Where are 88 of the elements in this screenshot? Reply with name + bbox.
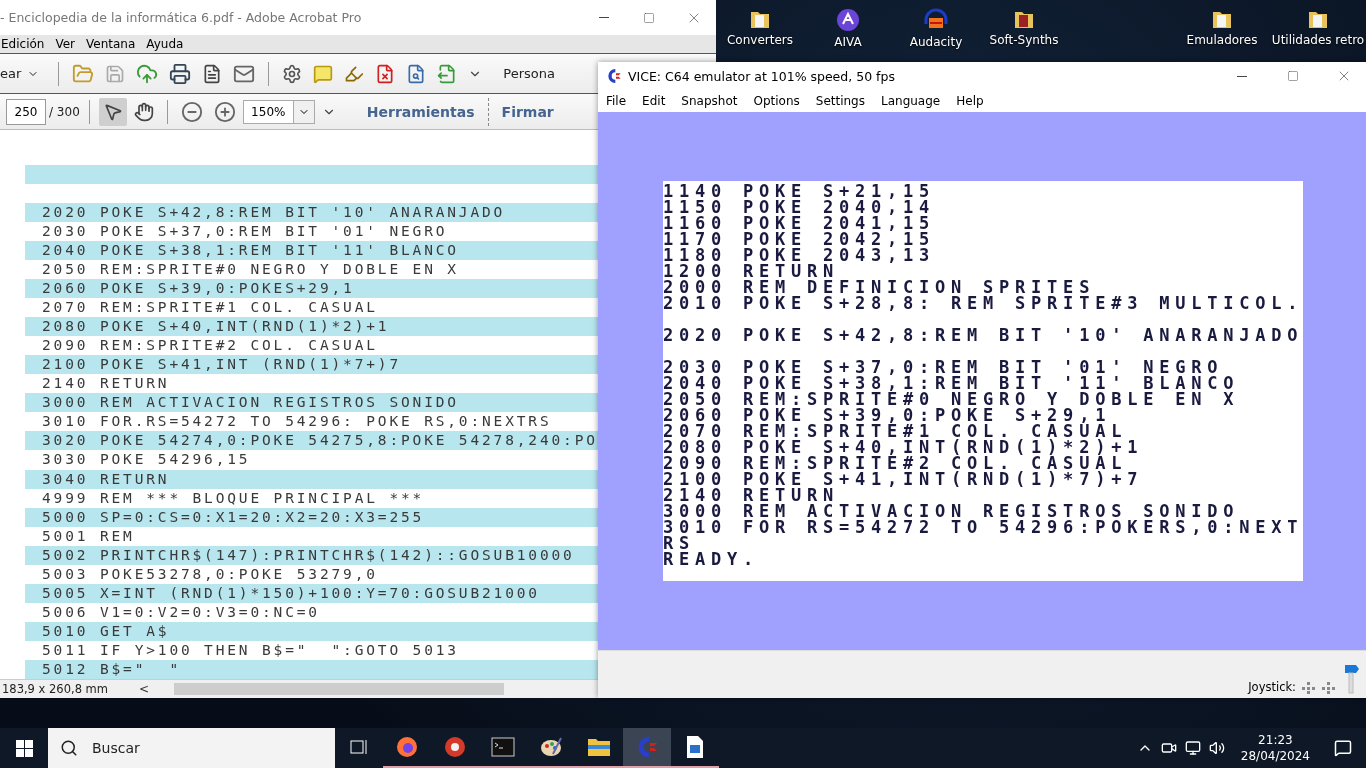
folder-icon bbox=[587, 737, 611, 757]
screen-line: 2140 RETURN bbox=[663, 487, 840, 503]
code-line: 3010 FOR.RS=54272 TO 54296: POKE RS,0:NEXTRS bbox=[41, 412, 553, 432]
screen-line: 1160 POKE 2041,15 bbox=[663, 215, 937, 231]
page-number-field[interactable]: 250 bbox=[6, 98, 46, 125]
screen-line: 3010 FOR RS=54272 TO 54296:POKERS,0:NEXT bbox=[663, 519, 1303, 535]
menu-item[interactable]: Ayuda bbox=[145, 37, 192, 51]
screen-line: 2050 REM:SPRITE#0 NEGRO Y DOBLE EN X bbox=[663, 391, 1241, 407]
screen-line: 1170 POKE 2042,15 bbox=[663, 231, 937, 247]
document-icon bbox=[685, 735, 705, 759]
window-title: VICE: C64 emulator at 101% speed, 50 fps bbox=[628, 68, 896, 84]
task-view-icon bbox=[349, 738, 369, 756]
scroll-left-button[interactable]: < bbox=[114, 682, 174, 696]
menu-item[interactable]: Settings bbox=[808, 94, 872, 108]
code-line: 2050 REM:SPRITE#0 NEGRO Y DOBLE EN X bbox=[41, 260, 460, 280]
screen-line: 2070 REM:SPRITE#1 COL. CASUAL bbox=[663, 423, 1128, 439]
code-line: 5011 IF Y>100 THEN B$=" ":GOTO 5013 bbox=[41, 640, 460, 660]
hand-icon bbox=[133, 101, 154, 122]
screen-line: 1200 RETURN bbox=[663, 263, 840, 279]
clock[interactable]: 21:23 28/04/2024 bbox=[1232, 732, 1318, 764]
code-line: 5001 REM bbox=[41, 526, 136, 546]
screen-line: 2060 POKE S+39,0:POKE S+29,1 bbox=[663, 407, 1112, 423]
palette-icon bbox=[539, 736, 563, 758]
maximize-icon bbox=[1286, 70, 1299, 82]
screen-line: 1180 POKE 2043,13 bbox=[663, 247, 937, 263]
desktop-shortcut[interactable]: Converters bbox=[716, 0, 804, 60]
search-field[interactable]: Buscar bbox=[48, 728, 335, 768]
code-line: 4999 REM *** BLOQUE PRINCIPAL *** bbox=[41, 488, 426, 508]
network-icon[interactable] bbox=[1184, 740, 1201, 756]
screen-line: 2010 POKE S+28,8: REM SPRITE#3 MULTICOL. bbox=[663, 295, 1303, 315]
commodore-logo-icon bbox=[606, 68, 622, 84]
screen-line: 1150 POKE 2040,14 bbox=[663, 199, 937, 215]
menu-item[interactable]: Language bbox=[874, 94, 948, 108]
customize-label[interactable]: Persona bbox=[503, 66, 555, 81]
screen-line: READY. bbox=[663, 551, 761, 567]
screen-line: RS bbox=[663, 535, 695, 551]
desktop-shortcut[interactable]: AIVA bbox=[804, 0, 892, 60]
screen-line: 2080 POKE S+40,INT(RND(1)*2)+1 bbox=[663, 439, 1145, 455]
screen-line: 2030 POKE S+37,0:REM BIT '01' NEGRO bbox=[663, 359, 1224, 375]
create-dropdown[interactable]: ear bbox=[0, 66, 50, 81]
select-tool-button[interactable] bbox=[98, 97, 127, 126]
code-line: 3030 POKE 54296,15 bbox=[41, 450, 252, 470]
page-total: / 300 bbox=[49, 104, 80, 119]
code-line: 2070 REM:SPRITE#1 COL. CASUAL bbox=[41, 298, 379, 318]
menu-item[interactable]: File bbox=[599, 94, 634, 108]
screen-line: 2040 POKE S+38,1:REM BIT '11' BLANCO bbox=[663, 375, 1241, 391]
menu-item[interactable]: Ver bbox=[54, 37, 83, 51]
desktop-shortcut[interactable]: Utilidades retro bbox=[1270, 0, 1366, 60]
joystick-label: Joystick: bbox=[1248, 680, 1296, 694]
menu-item[interactable]: Snapshot bbox=[674, 94, 745, 108]
code-line: 5003 POKE53278,0:POKE 53279,0 bbox=[41, 564, 379, 584]
menu-item[interactable]: Options bbox=[746, 94, 807, 108]
screen-line: 2100 POKE S+41,INT(RND(1)*7)+7 bbox=[663, 471, 1145, 487]
tools-tab[interactable]: Herramientas bbox=[356, 103, 485, 120]
maximize-icon bbox=[642, 11, 655, 24]
disc-icon bbox=[444, 736, 466, 758]
minimize-icon bbox=[598, 17, 609, 18]
windows-logo-icon bbox=[15, 739, 33, 757]
desktop-shortcut[interactable]: Soft-Synths bbox=[980, 0, 1068, 60]
desktop-shortcut[interactable]: Emuladores bbox=[1174, 0, 1270, 60]
menu-item[interactable]: Help bbox=[949, 94, 991, 108]
screen-line: 2020 POKE S+42,8:REM BIT '10' ANARANJADO bbox=[663, 327, 1303, 347]
minimize-icon bbox=[1236, 75, 1247, 77]
page-size: 183,9 x 260,8 mm bbox=[1, 682, 110, 696]
menu-item[interactable]: Edit bbox=[635, 94, 673, 108]
code-line: 2090 REM:SPRITE#2 COL. CASUAL bbox=[41, 336, 379, 356]
flag-icon bbox=[1344, 664, 1360, 694]
zoom-dropdown[interactable]: 150% bbox=[242, 99, 315, 124]
sign-tab[interactable]: Firmar bbox=[491, 103, 564, 120]
browser-icon bbox=[396, 736, 418, 758]
code-line: 2030 POKE S+37,0:REM BIT '01' NEGRO bbox=[41, 222, 449, 242]
window-title: - Enciclopedia de la informática 6.pdf - Adobe Acrobat Pro bbox=[0, 10, 363, 25]
joystick-indicator-icon bbox=[1302, 682, 1338, 694]
aiva-logo-icon bbox=[836, 8, 860, 32]
notification-icon[interactable] bbox=[1334, 739, 1352, 757]
desktop-shortcut[interactable]: Audacity bbox=[892, 0, 980, 60]
code-line: 5006 V1=0:V2=0:V3=0:NC=0 bbox=[41, 602, 321, 622]
search-icon bbox=[60, 739, 78, 757]
menu-item[interactable]: Edición bbox=[0, 37, 53, 51]
menu-item[interactable]: Ventana bbox=[85, 37, 144, 51]
terminal-icon bbox=[491, 737, 515, 757]
screen-line: 1140 POKE S+21,15 bbox=[663, 183, 937, 199]
code-line: 2140 RETURN bbox=[41, 374, 171, 394]
volume-icon[interactable] bbox=[1208, 740, 1225, 756]
screen-line: 3000 REM ACTIVACION REGISTROS SONIDO bbox=[663, 503, 1240, 519]
camera-icon[interactable] bbox=[1160, 740, 1177, 756]
screen-line: 2090 REM:SPRITE#2 COL. CASUAL bbox=[663, 455, 1128, 471]
screen-line: 2000 REM DEFINICION SPRITES bbox=[663, 279, 1096, 295]
